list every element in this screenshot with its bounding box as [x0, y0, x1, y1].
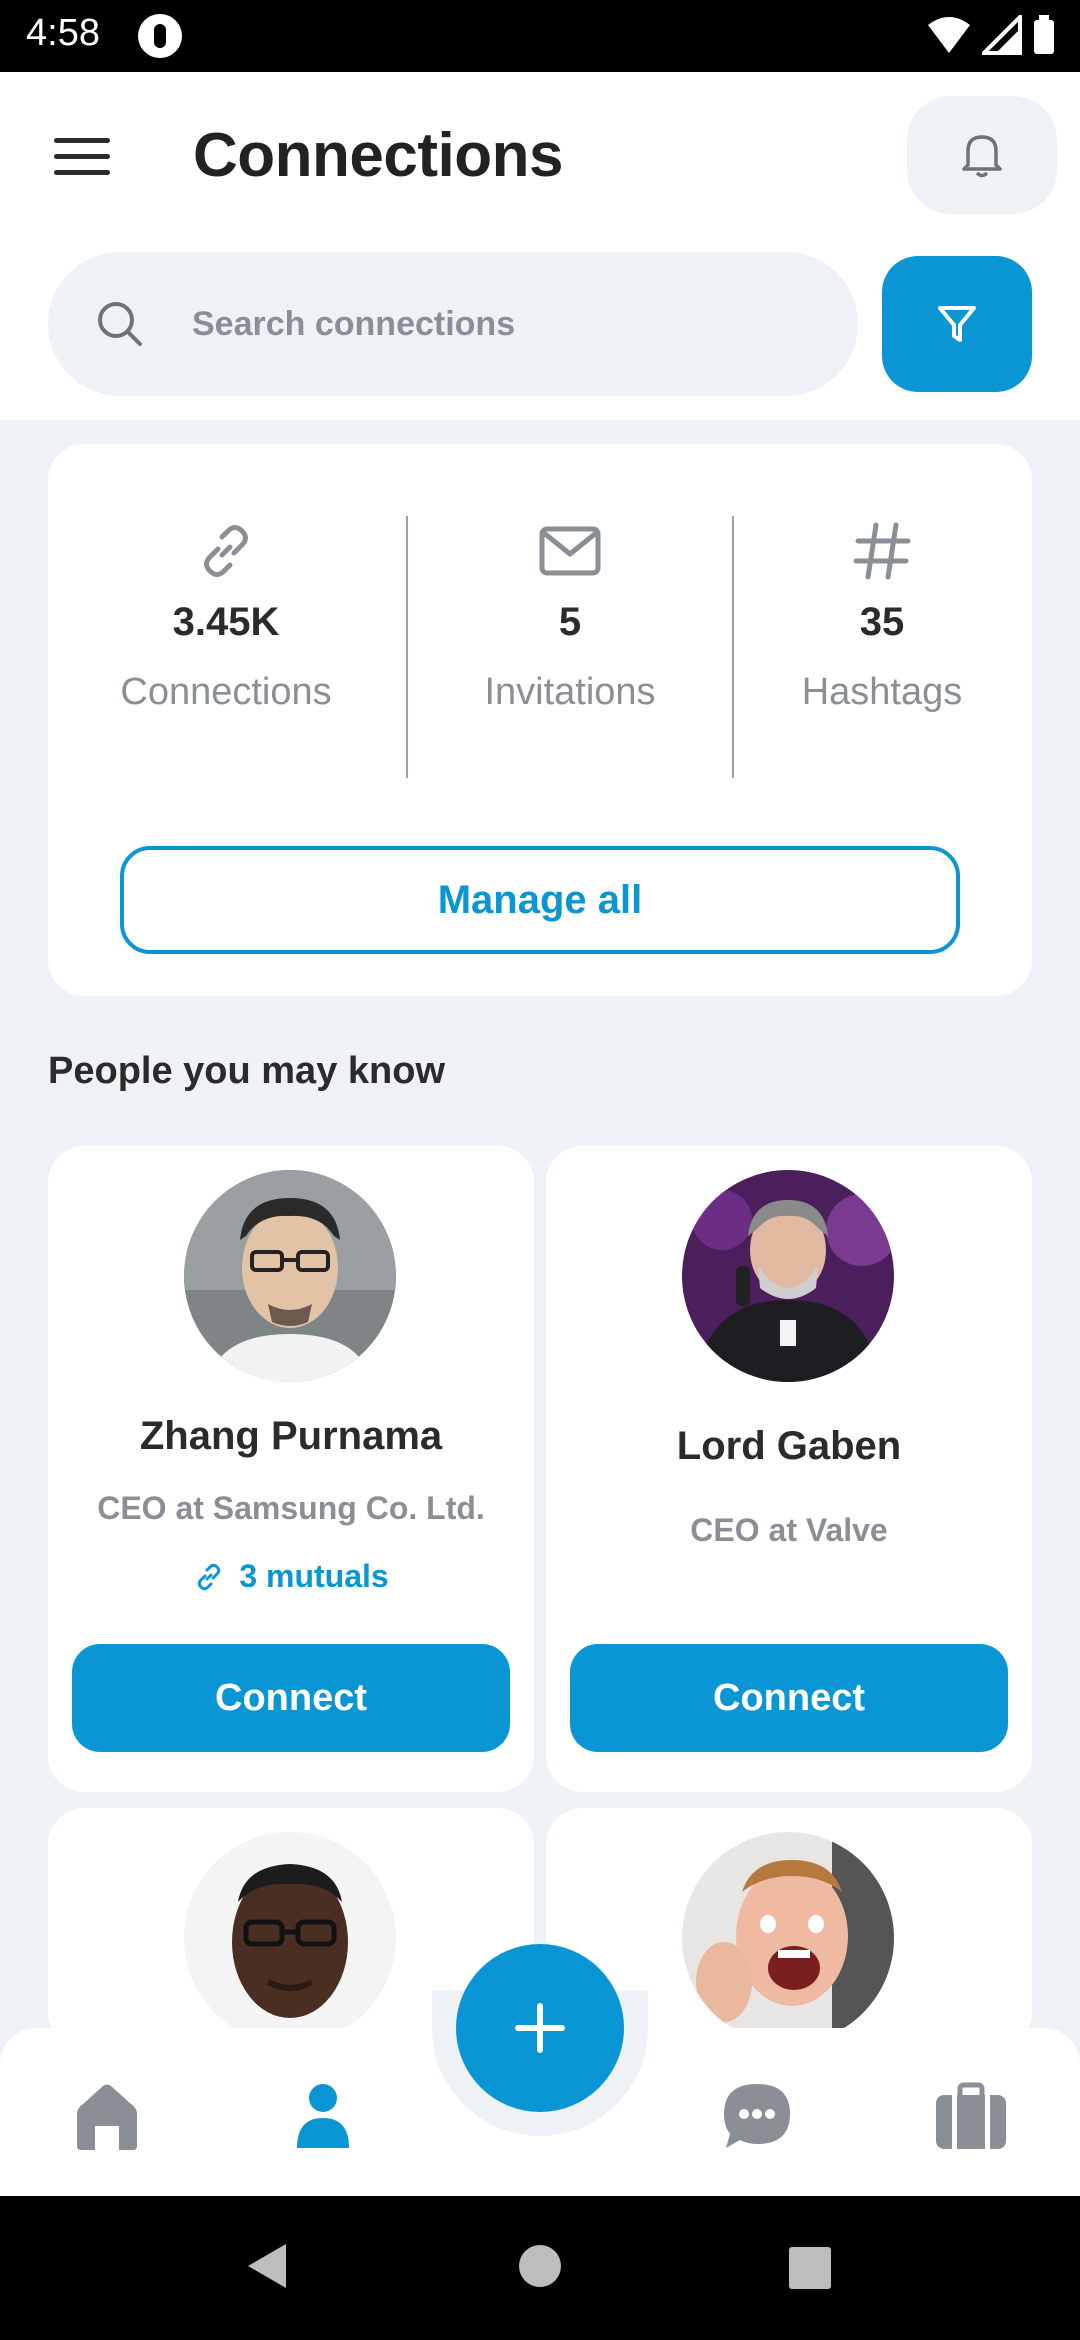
hashtag-icon [853, 522, 911, 580]
stats-card: 3.45K Connections 5 Invitations 35 Hasht… [48, 444, 1032, 996]
stat-connections[interactable]: 3.45K Connections [66, 516, 386, 714]
connect-button[interactable]: Connect [570, 1644, 1008, 1752]
stat-label: Hashtags [801, 671, 963, 713]
person-title: CEO at Samsung Co. Ltd. [97, 1490, 485, 1526]
system-navigation [0, 2196, 1080, 2340]
battery-icon [1034, 15, 1054, 54]
page-title: Connections [193, 121, 563, 190]
link-icon [204, 525, 248, 577]
menu-icon[interactable] [54, 138, 112, 182]
person-title: CEO at Valve [690, 1512, 888, 1548]
signal-icon [982, 15, 1022, 55]
link-icon [198, 1563, 221, 1590]
stat-label: Invitations [484, 671, 656, 713]
search-input[interactable] [192, 252, 812, 396]
mutuals-label: 3 mutuals [239, 1558, 389, 1594]
person-card[interactable]: Lord Gaben CEO at Valve Connect [546, 1146, 1032, 1792]
section-title: People you may know [48, 1050, 445, 1092]
stat-value: 3.45K [172, 600, 280, 644]
bell-icon [962, 135, 1002, 178]
mail-icon [539, 526, 601, 576]
manage-all-button[interactable]: Manage all [120, 846, 960, 954]
notifications-button[interactable] [907, 96, 1057, 214]
add-icon [515, 2003, 565, 2053]
home-circle-icon[interactable] [518, 2244, 562, 2288]
nav-messages[interactable] [712, 2078, 802, 2154]
stat-value: 5 [558, 600, 582, 644]
chat-icon [724, 2084, 790, 2148]
person-name: Zhang Purnama [139, 1414, 443, 1458]
nav-connections[interactable] [278, 2078, 368, 2154]
header: Connections [0, 72, 1080, 420]
status-icons [926, 14, 1056, 56]
avatar [184, 1170, 396, 1382]
divider [406, 516, 408, 778]
nav-jobs[interactable] [926, 2078, 1016, 2154]
filter-icon [938, 306, 976, 342]
status-time: 4:58 [26, 12, 100, 54]
briefcase-icon [936, 2082, 1006, 2149]
stat-label: Connections [120, 671, 332, 713]
avatar [184, 1832, 396, 2044]
home-icon [77, 2084, 137, 2150]
add-button[interactable] [456, 1944, 624, 2112]
person-name: Lord Gaben [676, 1424, 902, 1468]
avatar [682, 1832, 894, 2044]
stat-value: 35 [859, 600, 905, 644]
recents-icon[interactable] [788, 2246, 832, 2290]
app-status-icon [138, 14, 182, 58]
back-icon[interactable] [244, 2240, 290, 2292]
mutuals-link[interactable]: 3 mutuals [48, 1558, 534, 1595]
search-icon [98, 302, 142, 346]
person-icon [297, 2084, 349, 2148]
filter-button[interactable] [882, 256, 1032, 392]
avatar [682, 1170, 894, 1382]
connect-button[interactable]: Connect [72, 1644, 510, 1752]
stat-invitations[interactable]: 5 Invitations [410, 516, 730, 714]
nav-home[interactable] [62, 2078, 152, 2154]
search-bar[interactable] [48, 252, 858, 396]
status-bar: 4:58 [0, 0, 1080, 72]
wifi-icon [928, 17, 970, 53]
stat-hashtags[interactable]: 35 Hashtags [722, 516, 1042, 714]
person-card[interactable]: Zhang Purnama CEO at Samsung Co. Ltd. 3 … [48, 1146, 534, 1792]
